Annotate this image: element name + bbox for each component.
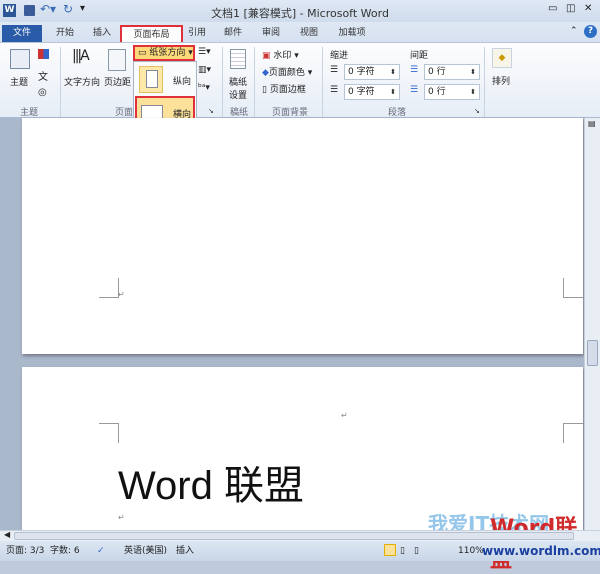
watermark-button[interactable]: ▣ 水印 ▾	[262, 48, 299, 61]
group-label-theme: 主题	[20, 108, 39, 118]
tab-file[interactable]: 文件	[2, 25, 42, 43]
margins-button[interactable]: 页边距	[104, 75, 131, 88]
ruler-toggle-icon[interactable]: ▤	[588, 119, 596, 128]
horizontal-scrollbar[interactable]: ◀	[0, 530, 600, 541]
manuscript-button-line2[interactable]: 设置	[229, 88, 247, 101]
title-bar: W ↶▾ ↻ ▾ 文档1 [兼容模式] - Microsoft Word ▭ ◫…	[0, 0, 600, 22]
page-border-button[interactable]: ▯ 页面边框	[262, 82, 306, 95]
hyphenation-icon[interactable]: ᵇᵃ▾	[198, 83, 210, 93]
page-border-icon: ▯	[262, 85, 267, 95]
columns-icon[interactable]: ▥▾	[198, 65, 211, 75]
reading-view-icon[interactable]: ▯	[400, 542, 405, 560]
manuscript-icon	[230, 49, 246, 69]
page-color-button[interactable]: ◆页面颜色 ▾	[262, 65, 312, 78]
group-label-manuscript: 稿纸	[230, 108, 249, 118]
proofing-icon[interactable]: ✓	[97, 542, 105, 560]
body-text[interactable]: Word 联盟	[118, 453, 304, 511]
text-direction-icon: |||A	[72, 48, 90, 64]
indent-left-icon: ☰	[330, 65, 339, 75]
page-color-icon: ◆	[262, 68, 269, 78]
arrange-icon: ◆	[492, 48, 512, 68]
zoom-level[interactable]: 110%	[458, 542, 484, 560]
status-bar: 页面: 3/3 字数: 6 ✓ 英语(美国) 插入 ▯ ▯ 110% www.w…	[0, 541, 600, 561]
tab-references[interactable]: 引用	[183, 25, 211, 43]
tab-page-layout[interactable]: 页面布局	[120, 25, 183, 43]
collapse-ribbon-icon[interactable]: ⌃	[570, 26, 578, 36]
theme-effects-icon[interactable]: ◎	[38, 87, 47, 98]
page-count[interactable]: 页面: 3/3	[6, 542, 44, 560]
paragraph-launcher-icon[interactable]: ↘	[474, 107, 480, 115]
tab-insert[interactable]: 插入	[86, 25, 118, 43]
page-setup-launcher-icon[interactable]: ↘	[208, 107, 214, 115]
tab-review[interactable]: 审阅	[256, 25, 286, 43]
document-area[interactable]: ↵ ↵ Word 联盟 ↵ 我爱IT技术网 Word联盟	[0, 118, 584, 573]
space-before-icon: ☰	[410, 65, 419, 75]
group-label-page-background: 页面背景	[272, 108, 309, 118]
size-icon[interactable]: ☰▾	[198, 47, 211, 57]
minimize-button[interactable]: ▭	[548, 3, 557, 14]
help-icon[interactable]: ?	[584, 25, 597, 38]
page-2: ↵	[22, 118, 583, 354]
orientation-icon: ▭	[138, 48, 147, 58]
theme-icon	[10, 49, 30, 69]
insert-mode[interactable]: 插入	[176, 542, 194, 560]
h-scroll-thumb[interactable]	[14, 532, 574, 540]
tab-addins[interactable]: 加载项	[332, 25, 372, 43]
ribbon: 主题 文 ◎ 主题 |||A 文字方向 页边距 页面 ▭ 纸张方向 ▾ ☰▾ ▥…	[0, 42, 600, 118]
portrait-label: 纵向	[173, 77, 192, 87]
landscape-icon	[141, 105, 163, 119]
portrait-option[interactable]: 纵向	[136, 64, 194, 94]
print-layout-view-icon[interactable]	[384, 544, 396, 556]
web-view-icon[interactable]: ▯	[414, 542, 419, 560]
watermark-url: www.wordlm.com	[482, 544, 600, 558]
space-after-input[interactable]: 0 行 ⬍	[424, 84, 480, 100]
space-after-icon: ☰	[410, 85, 419, 95]
scroll-left-icon[interactable]: ◀	[4, 530, 10, 539]
space-before-input[interactable]: 0 行 ⬍	[424, 64, 480, 80]
orientation-label: 纸张方向	[149, 48, 186, 58]
orientation-button[interactable]: ▭ 纸张方向 ▾	[133, 45, 195, 61]
tab-mailings[interactable]: 邮件	[218, 25, 248, 43]
theme-fonts-icon[interactable]: 文	[38, 68, 48, 83]
text-direction-button[interactable]: 文字方向	[64, 75, 100, 88]
word-count[interactable]: 字数: 6	[50, 542, 80, 560]
indent-right-input[interactable]: 0 字符 ⬍	[344, 84, 400, 100]
paragraph-mark: ↵	[118, 513, 125, 522]
scroll-thumb[interactable]	[587, 340, 598, 366]
restore-button[interactable]: ◫	[566, 3, 575, 14]
window-title: 文档1 [兼容模式] - Microsoft Word	[211, 7, 389, 20]
theme-colors-icon[interactable]	[38, 49, 49, 59]
vertical-scrollbar[interactable]: ▤	[584, 118, 600, 530]
paragraph-mark: ↵	[341, 411, 348, 420]
group-label-page-setup: 页面	[115, 108, 134, 118]
tab-home[interactable]: 开始	[48, 25, 82, 43]
portrait-icon	[139, 66, 163, 93]
group-label-paragraph: 段落	[388, 108, 407, 118]
spacing-label: 间距	[410, 51, 429, 61]
ribbon-tabs: 文件 开始 插入 页面布局 引用 邮件 审阅 视图 加载项 ⌃ ?	[0, 22, 600, 43]
tab-view[interactable]: 视图	[294, 25, 324, 43]
manuscript-button[interactable]: 稿纸	[229, 75, 247, 88]
language[interactable]: 英语(美国)	[124, 542, 167, 560]
margins-icon	[108, 49, 126, 71]
themes-button[interactable]: 主题	[10, 75, 28, 88]
page-3: ↵ Word 联盟 ↵	[22, 367, 583, 530]
indent-left-input[interactable]: 0 字符 ⬍	[344, 64, 400, 80]
indent-right-icon: ☰	[330, 85, 339, 95]
indent-label: 缩进	[330, 51, 349, 61]
paragraph-mark: ↵	[118, 290, 125, 299]
close-button[interactable]: ✕	[584, 3, 592, 14]
watermark-icon: ▣	[262, 51, 271, 61]
arrange-button[interactable]: 排列	[492, 74, 510, 87]
